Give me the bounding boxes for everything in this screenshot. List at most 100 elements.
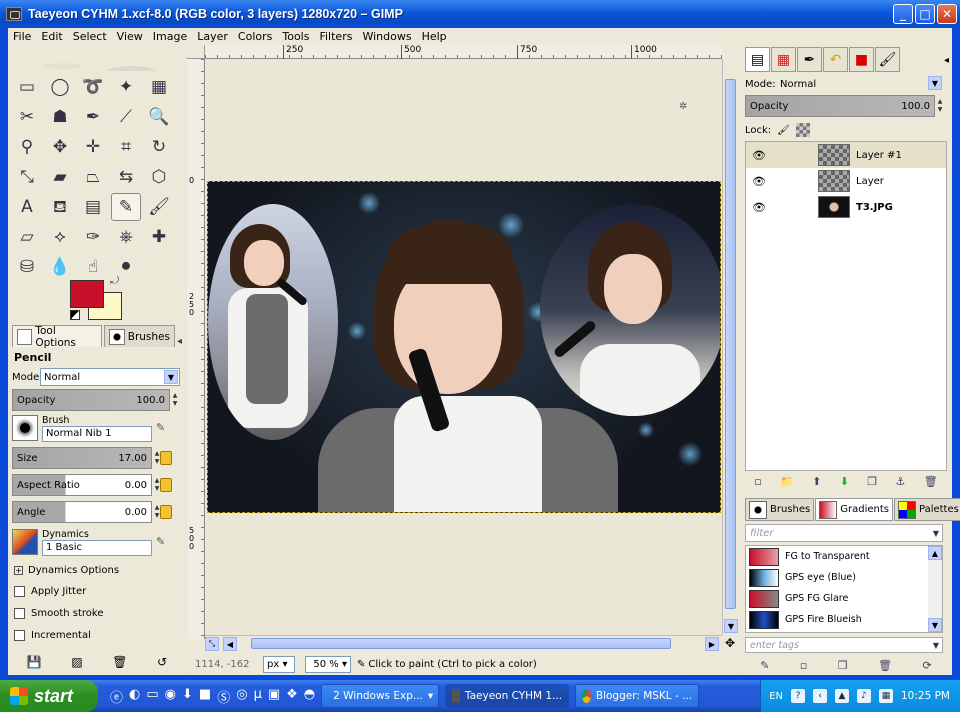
airbrush-tool-button[interactable]: ⟡ (45, 223, 75, 251)
gradient-item[interactable]: GPS Fire Blueish (746, 609, 942, 630)
scale-tool-button[interactable]: ⤡ (12, 163, 42, 191)
vertical-scroll-thumb[interactable] (725, 79, 736, 609)
menu-edit[interactable]: Edit (36, 30, 67, 43)
task-chrome[interactable]: Blogger: MSKL - ... (575, 684, 700, 708)
dynamics-preview[interactable] (12, 529, 38, 555)
ellipse-select-tool-button[interactable]: ◯ (45, 73, 75, 101)
color-picker-tool-button[interactable]: ⟋ (111, 103, 141, 131)
edit-gradient-icon[interactable]: ✎ (760, 659, 769, 672)
menu-image[interactable]: Image (148, 30, 192, 43)
visibility-eye-icon[interactable]: 👁 (752, 175, 772, 188)
angle-slider[interactable]: Angle 0.00 ▲ ▼ (12, 501, 159, 523)
tray-expand-icon[interactable]: ‹ (813, 689, 827, 703)
visibility-eye-icon[interactable]: 👁 (752, 149, 772, 162)
smooth-stroke-checkbox[interactable]: Smooth stroke (12, 602, 184, 624)
minimize-button[interactable]: _ (893, 4, 913, 24)
heal-tool-button[interactable]: ✚ (144, 223, 174, 251)
menu-colors[interactable]: Colors (233, 30, 277, 43)
tab-palettes[interactable]: Palettes (893, 498, 960, 521)
paintbrush-tool-button[interactable]: 🖌 (144, 193, 174, 221)
ink-tool-button[interactable]: ✑ (78, 223, 108, 251)
restore-options-icon[interactable]: ▨ (71, 655, 82, 669)
gradient-item[interactable]: GPS eye (Blue) (746, 567, 942, 588)
tab-channels[interactable]: ▦ (771, 47, 796, 72)
reset-options-icon[interactable]: ↺ (157, 655, 167, 669)
reset-aspect-icon[interactable] (160, 478, 172, 492)
vertical-ruler[interactable]: 0 250 500 (187, 59, 205, 639)
angle-spinner[interactable]: ▲ ▼ (153, 504, 161, 520)
align-tool-button[interactable]: ✛ (78, 133, 108, 161)
menu-file[interactable]: File (8, 30, 36, 43)
lock-alpha-icon[interactable] (795, 123, 810, 137)
gimp-quick-icon[interactable]: ◓ (304, 687, 315, 706)
layer-mode-select[interactable]: Normal ▼ (777, 75, 943, 93)
layer-row[interactable]: 👁 T3.JPG (746, 194, 946, 220)
scroll-up-icon[interactable]: ▲ (928, 546, 942, 560)
scissors-tool-button[interactable]: ✂ (12, 103, 42, 131)
new-layer-icon[interactable]: ▫ (754, 475, 761, 488)
language-indicator[interactable]: EN (769, 691, 783, 702)
reset-angle-icon[interactable] (160, 505, 172, 519)
swap-colors-icon[interactable]: ⤾ (110, 274, 119, 288)
opacity-slider[interactable]: Opacity 100.0 ▲ ▼ (12, 389, 177, 411)
delete-layer-icon[interactable]: 🗑 (924, 475, 938, 488)
help-icon[interactable]: ? (791, 689, 805, 703)
duplicate-gradient-icon[interactable]: ❐ (838, 659, 848, 672)
gradient-scrollbar[interactable]: ▲ ▼ (928, 546, 942, 632)
task-windows-explorer[interactable]: 2 Windows Exp... ▾ (321, 684, 440, 708)
gradient-item[interactable]: FG to Transparent (746, 546, 942, 567)
rotate-tool-button[interactable]: ↻ (144, 133, 174, 161)
menu-view[interactable]: View (112, 30, 148, 43)
raise-layer-icon[interactable]: ⬆ (812, 475, 821, 488)
new-gradient-icon[interactable]: ▫ (800, 659, 807, 672)
free-select-tool-button[interactable]: ➰ (78, 73, 108, 101)
torrent-icon[interactable]: µ (254, 687, 262, 706)
gradient-filter-input[interactable]: filter ▼ (745, 524, 943, 542)
foreground-color-swatch[interactable] (70, 280, 104, 308)
fuzzy-select-tool-button[interactable]: ✦ (111, 73, 141, 101)
delete-gradient-icon[interactable]: 🗑 (878, 659, 892, 672)
dynamics-name-field[interactable]: 1 Basic (42, 539, 152, 556)
unit-select[interactable]: px ▾ (263, 655, 295, 673)
tab-gradients[interactable]: Gradients (815, 498, 893, 521)
chevron-down-icon[interactable]: ▼ (933, 529, 939, 538)
clone-tool-button[interactable]: ⎈ (111, 223, 141, 251)
quick-mask-corner[interactable] (187, 45, 205, 59)
incremental-checkbox[interactable]: Incremental (12, 624, 184, 646)
zoom-select[interactable]: 50 % ▾ (305, 655, 351, 673)
layer-opacity-slider[interactable]: Opacity 100.0 ▲ ▼ (745, 95, 942, 117)
menu-help[interactable]: Help (417, 30, 452, 43)
dock-menu-icon[interactable]: ◂ (944, 55, 949, 66)
tags-input[interactable]: enter tags ▼ (745, 637, 943, 653)
mode-select[interactable]: Normal ▼ (40, 368, 180, 386)
size-slider[interactable]: Size 17.00 ▲ ▼ (12, 447, 159, 469)
shear-tool-button[interactable]: ▰ (45, 163, 75, 191)
gradient-item[interactable]: GPS FG Glare (746, 588, 942, 609)
scroll-corner-icon[interactable]: ⤡ (205, 637, 219, 651)
navigate-icon[interactable]: ✥ (725, 636, 735, 650)
smudge-tool-button[interactable]: ☝ (78, 253, 108, 281)
perspective-tool-button[interactable]: ⏢ (78, 163, 108, 191)
anchor-layer-icon[interactable]: ⚓ (896, 475, 906, 488)
scroll-down-icon[interactable]: ▼ (928, 618, 942, 632)
opacity-spinner[interactable]: ▲ ▼ (171, 392, 179, 408)
brush-name-field[interactable]: Normal Nib 1 (42, 425, 152, 442)
layer-opacity-spinner[interactable]: ▲ ▼ (936, 98, 944, 114)
crop-tool-button[interactable]: ⌗ (111, 133, 141, 161)
move-tool-button[interactable]: ✥ (45, 133, 75, 161)
tab-paths[interactable]: ✒ (797, 47, 822, 72)
folder-icon[interactable]: ▭ (146, 687, 158, 706)
delete-options-icon[interactable]: 🗑 (112, 655, 127, 669)
image-canvas[interactable] (207, 181, 721, 513)
edit-dynamics-icon[interactable]: ✎ (156, 535, 170, 549)
tab-tool-options[interactable]: Tool Options (12, 325, 102, 349)
size-spinner[interactable]: ▲ ▼ (153, 450, 161, 466)
canvas-viewport[interactable]: ✲ (205, 59, 722, 635)
pencil-tool-button[interactable]: ✎ (111, 193, 141, 221)
eraser-tool-button[interactable]: ▱ (12, 223, 42, 251)
save-options-icon[interactable]: 💾 (27, 655, 42, 669)
reset-size-icon[interactable] (160, 451, 172, 465)
close-button[interactable]: ✕ (937, 4, 957, 24)
skype-icon[interactable]: Ⓢ (217, 687, 230, 706)
aspect-spinner[interactable]: ▲ ▼ (153, 477, 161, 493)
